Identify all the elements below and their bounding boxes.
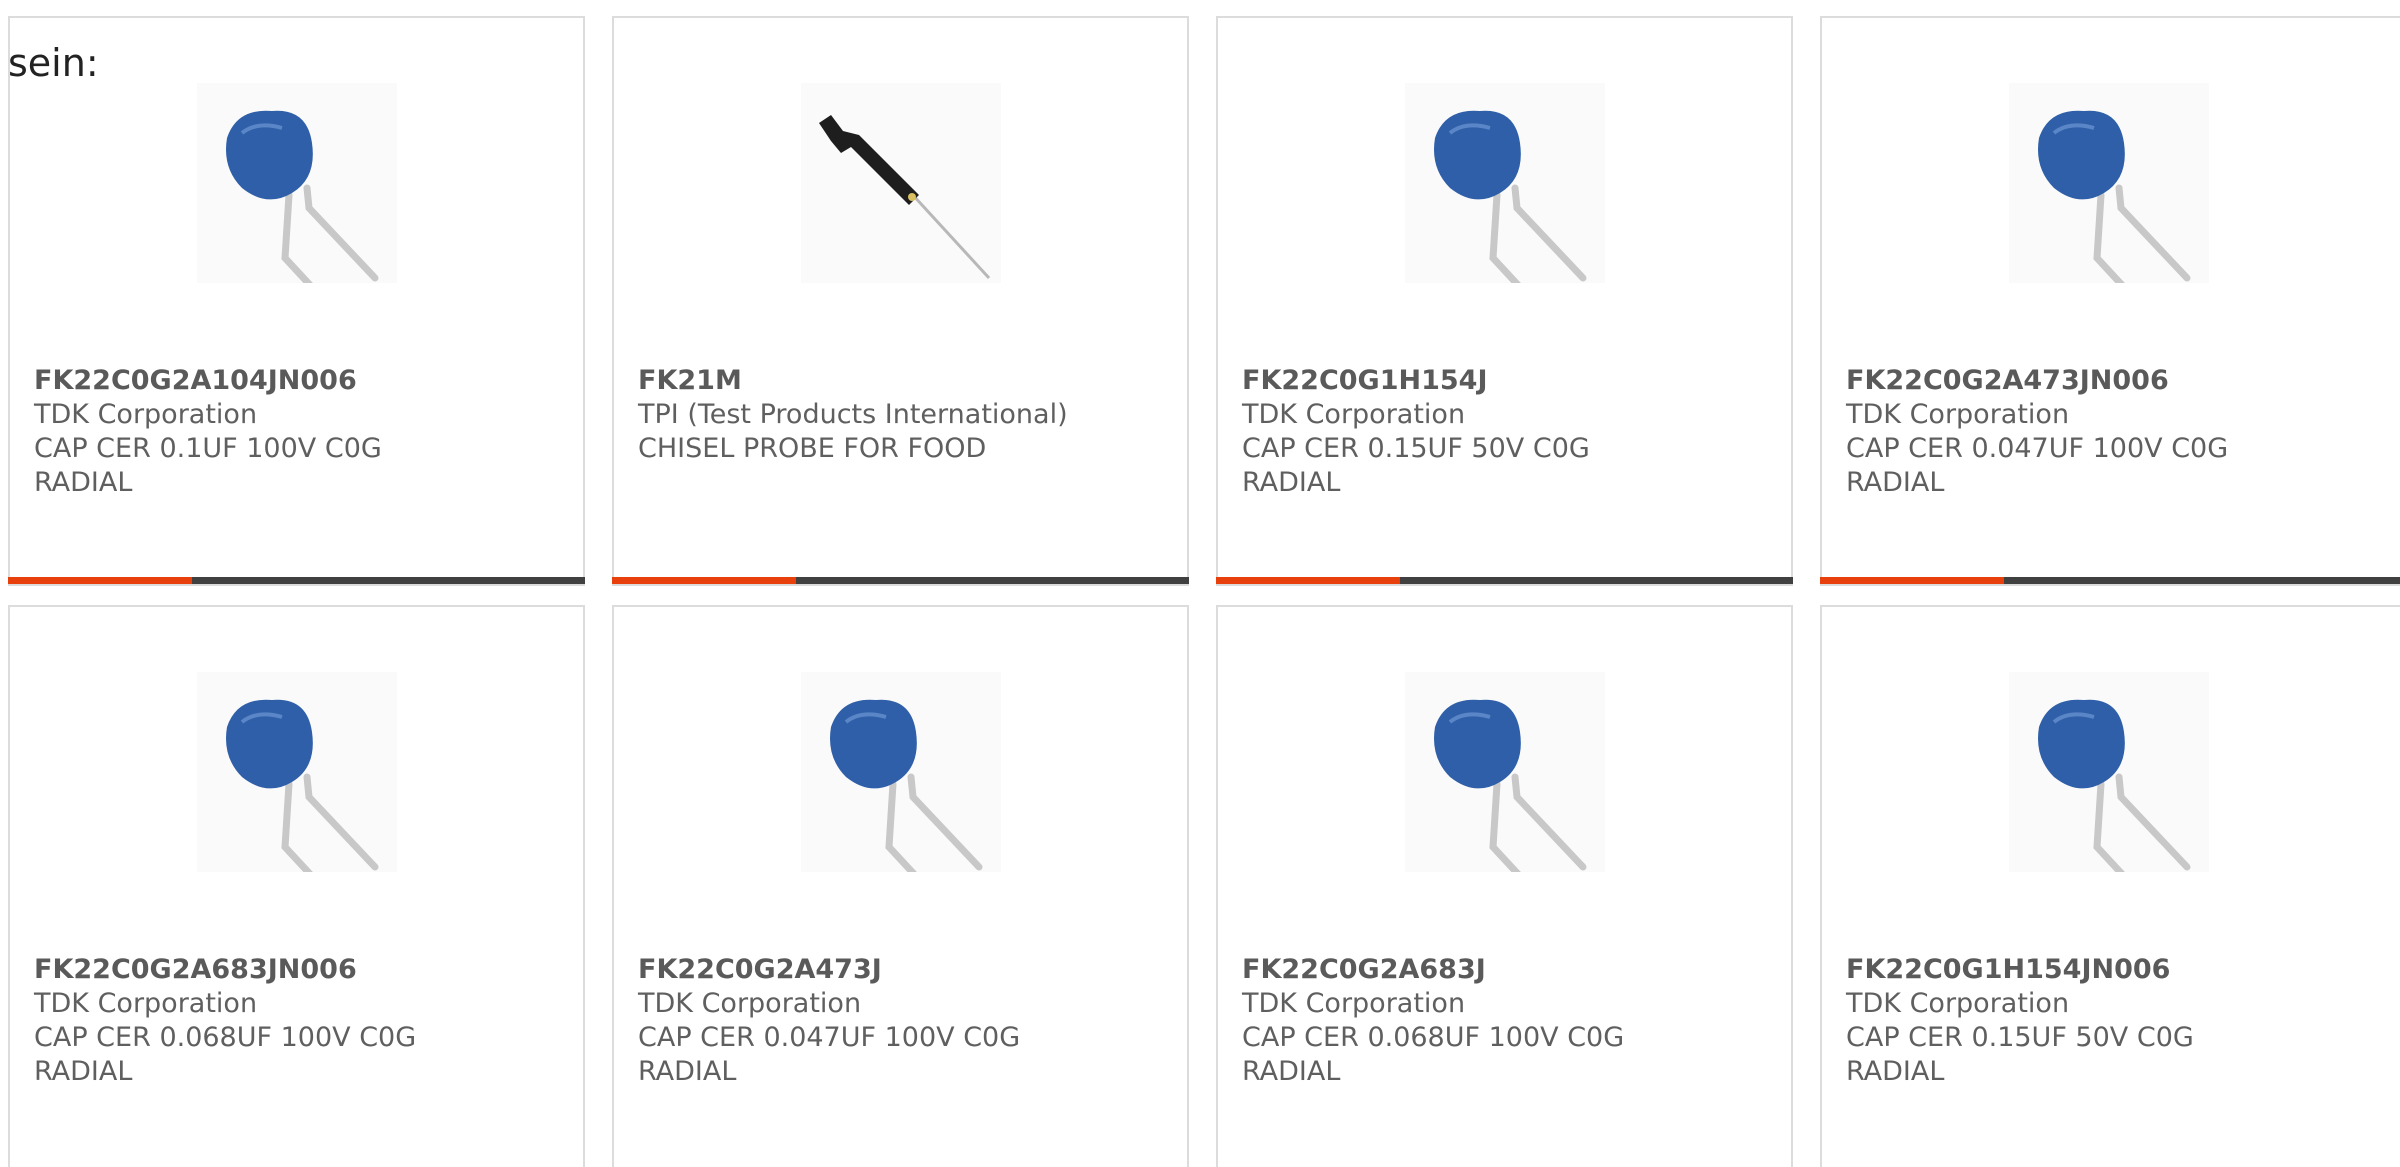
product-info: FK21M TPI (Test Products International) … xyxy=(638,364,1068,466)
capacitor-icon xyxy=(1434,699,1587,872)
product-card[interactable]: FK22C0G2A473JN006 TDK Corporation CAP CE… xyxy=(1820,16,2400,586)
description: CAP CER 0.047UF 100V C0G xyxy=(638,1022,1021,1053)
capacitor-icon xyxy=(830,699,983,872)
description: CAP CER 0.047UF 100V C0G xyxy=(1846,433,2229,464)
card-footer-bar xyxy=(1216,577,1793,584)
accent-bar xyxy=(8,577,192,584)
product-card[interactable]: FK22C0G2A104JN006 TDK Corporation CAP CE… xyxy=(8,16,585,586)
probe-icon xyxy=(819,115,991,280)
card-footer-bar xyxy=(1820,577,2400,584)
card-footer-bar xyxy=(612,577,1189,584)
product-info: FK22C0G2A683JN006 TDK Corporation CAP CE… xyxy=(34,953,416,1089)
description-2: RADIAL xyxy=(1242,1056,1341,1087)
description: CAP CER 0.068UF 100V C0G xyxy=(34,1022,417,1053)
capacitor-icon xyxy=(2038,110,2191,283)
part-number-link[interactable]: FK22C0G2A683JN006 xyxy=(34,953,416,987)
accent-bar xyxy=(1820,577,2004,584)
description-2: RADIAL xyxy=(1242,467,1341,498)
product-image[interactable] xyxy=(2009,672,2209,872)
description: CAP CER 0.15UF 50V C0G xyxy=(1846,1022,2194,1053)
product-card[interactable]: FK22C0G2A683J TDK Corporation CAP CER 0.… xyxy=(1216,605,1793,1167)
description: CHISEL PROBE FOR FOOD xyxy=(638,433,987,464)
product-card[interactable]: FK21M TPI (Test Products International) … xyxy=(612,16,1189,586)
product-info: FK22C0G2A473J TDK Corporation CAP CER 0.… xyxy=(638,953,1020,1089)
part-number-link[interactable]: FK22C0G2A104JN006 xyxy=(34,364,382,398)
manufacturer: TDK Corporation xyxy=(638,988,862,1019)
part-number-link[interactable]: FK22C0G2A473J xyxy=(638,953,1020,987)
product-image[interactable] xyxy=(801,83,1001,283)
product-info: FK22C0G2A683J TDK Corporation CAP CER 0.… xyxy=(1242,953,1624,1089)
manufacturer: TDK Corporation xyxy=(34,988,258,1019)
capacitor-icon xyxy=(226,699,379,872)
manufacturer: TDK Corporation xyxy=(1242,988,1466,1019)
description-2: RADIAL xyxy=(1846,467,1945,498)
capacitor-icon xyxy=(2038,699,2191,872)
accent-bar xyxy=(612,577,796,584)
product-image[interactable] xyxy=(801,672,1001,872)
product-card[interactable]: FK22C0G2A473J TDK Corporation CAP CER 0.… xyxy=(612,605,1189,1167)
description-2: RADIAL xyxy=(1846,1056,1945,1087)
manufacturer: TDK Corporation xyxy=(1242,399,1466,430)
product-image[interactable] xyxy=(197,83,397,283)
manufacturer: TDK Corporation xyxy=(1846,399,2070,430)
part-number-link[interactable]: FK22C0G1H154JN006 xyxy=(1846,953,2194,987)
description: CAP CER 0.1UF 100V C0G xyxy=(34,433,382,464)
manufacturer: TPI (Test Products International) xyxy=(638,399,1068,430)
product-info: FK22C0G2A104JN006 TDK Corporation CAP CE… xyxy=(34,364,382,500)
product-image[interactable] xyxy=(1405,83,1605,283)
description-2: RADIAL xyxy=(638,1056,737,1087)
description-2: RADIAL xyxy=(34,1056,133,1087)
description: CAP CER 0.068UF 100V C0G xyxy=(1242,1022,1625,1053)
product-info: FK22C0G1H154J TDK Corporation CAP CER 0.… xyxy=(1242,364,1590,500)
intro-text: sein: xyxy=(8,41,99,85)
product-card[interactable]: FK22C0G1H154JN006 TDK Corporation CAP CE… xyxy=(1820,605,2400,1167)
page: sein: FK22C0G2A104JN006 TDK Corporation … xyxy=(0,0,2400,1167)
part-number-link[interactable]: FK22C0G2A683J xyxy=(1242,953,1624,987)
product-image[interactable] xyxy=(197,672,397,872)
capacitor-icon xyxy=(1434,110,1587,283)
description: CAP CER 0.15UF 50V C0G xyxy=(1242,433,1590,464)
manufacturer: TDK Corporation xyxy=(1846,988,2070,1019)
part-number-link[interactable]: FK21M xyxy=(638,364,1068,398)
part-number-link[interactable]: FK22C0G2A473JN006 xyxy=(1846,364,2228,398)
product-info: FK22C0G1H154JN006 TDK Corporation CAP CE… xyxy=(1846,953,2194,1089)
manufacturer: TDK Corporation xyxy=(34,399,258,430)
product-grid: FK22C0G2A104JN006 TDK Corporation CAP CE… xyxy=(0,0,2400,1167)
product-info: FK22C0G2A473JN006 TDK Corporation CAP CE… xyxy=(1846,364,2228,500)
accent-bar xyxy=(1216,577,1400,584)
description-2: RADIAL xyxy=(34,467,133,498)
card-footer-bar xyxy=(8,577,585,584)
product-image[interactable] xyxy=(2009,83,2209,283)
capacitor-icon xyxy=(226,110,379,283)
part-number-link[interactable]: FK22C0G1H154J xyxy=(1242,364,1590,398)
product-image[interactable] xyxy=(1405,672,1605,872)
product-card[interactable]: FK22C0G2A683JN006 TDK Corporation CAP CE… xyxy=(8,605,585,1167)
product-card[interactable]: FK22C0G1H154J TDK Corporation CAP CER 0.… xyxy=(1216,16,1793,586)
